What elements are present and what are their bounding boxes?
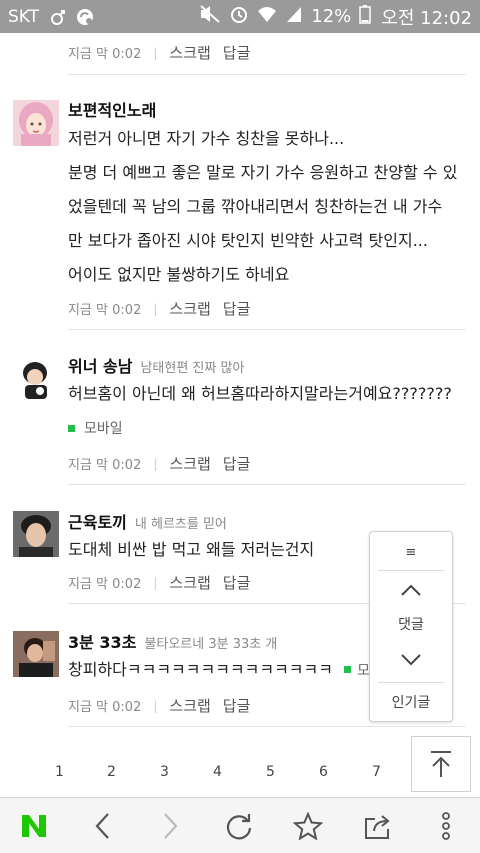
signal-icon bbox=[285, 5, 303, 28]
page-link[interactable]: 4 bbox=[213, 764, 222, 780]
mobile-icon bbox=[344, 666, 352, 673]
meta-separator: | bbox=[153, 45, 158, 60]
more-icon[interactable] bbox=[416, 798, 476, 853]
comment-line: 어이도 없지만 불쌍하기도 하네요 bbox=[68, 265, 290, 284]
author-name[interactable]: 3분 33초 불타오르네 3분 33초 개 bbox=[68, 629, 277, 653]
scrap-button[interactable]: 스크랩 bbox=[169, 572, 210, 593]
comment-line: 허브홈이 아닌데 왜 허브홈따라하지말라는거예요??????? bbox=[68, 384, 452, 403]
arrow-up-icon bbox=[431, 751, 451, 777]
carrier-label: SKT bbox=[8, 6, 40, 27]
comment-text: 저런거 아니면 자기 가수 칭찬을 못하나... 분명 더 예쁘고 좋은 말로 … bbox=[68, 122, 468, 292]
page-link[interactable]: 2 bbox=[107, 764, 116, 780]
mobile-icon bbox=[68, 424, 75, 432]
reply-button[interactable]: 답글 bbox=[223, 695, 251, 716]
bookmark-star-icon[interactable] bbox=[278, 798, 338, 853]
comment-time: 지금 막 0:02 bbox=[68, 303, 142, 318]
comment-meta: 지금 막 0:02 | 스크랩 답글 bbox=[68, 453, 262, 474]
reply-button[interactable]: 답글 bbox=[223, 42, 251, 63]
menu-icon[interactable]: ≡ bbox=[370, 538, 452, 566]
comment-line: 만 보다가 좁아진 시야 탓인지 빈약한 사고력 탓인지... bbox=[68, 231, 428, 250]
divider bbox=[68, 329, 466, 330]
avatar[interactable] bbox=[13, 355, 59, 401]
page-link[interactable]: 3 bbox=[160, 764, 169, 780]
meta-separator: | bbox=[153, 698, 158, 713]
comment-nav-label[interactable]: 댓글 bbox=[370, 610, 452, 638]
back-icon[interactable] bbox=[72, 798, 132, 853]
comment-time: 지금 막 0:02 bbox=[68, 700, 142, 715]
meta-separator: | bbox=[153, 301, 158, 316]
divider bbox=[68, 726, 466, 727]
comment-time: 지금 막 0:02 bbox=[68, 577, 142, 592]
author-nick[interactable]: 위너 송남 bbox=[68, 357, 132, 376]
author-name[interactable]: 위너 송남 남태현편 진짜 많아 bbox=[68, 353, 244, 377]
avatar[interactable] bbox=[13, 100, 59, 146]
sync-icon bbox=[75, 7, 95, 27]
refresh-icon[interactable] bbox=[209, 798, 269, 853]
author-tag: 내 헤르츠를 믿어 bbox=[134, 517, 227, 532]
author-name[interactable]: 근육토끼 내 헤르츠를 믿어 bbox=[68, 509, 227, 533]
comment-meta: 지금 막 0:02 | 스크랩 답글 bbox=[68, 695, 262, 716]
panel-divider bbox=[378, 570, 444, 571]
wifi-icon bbox=[257, 5, 277, 28]
battery-icon bbox=[359, 4, 372, 29]
battery-percent: 12% bbox=[311, 6, 352, 27]
scrap-button[interactable]: 스크랩 bbox=[169, 695, 210, 716]
scrap-button[interactable]: 스크랩 bbox=[169, 42, 210, 63]
comment-text: 허브홈이 아닌데 왜 허브홈따라하지말라는거예요??????? bbox=[68, 377, 468, 411]
popular-posts-button[interactable]: 인기글 bbox=[370, 688, 452, 716]
comment-time: 지금 막 0:02 bbox=[68, 458, 142, 473]
author-nick[interactable]: 근육토끼 bbox=[68, 513, 127, 532]
page-link[interactable]: 6 bbox=[319, 764, 328, 780]
author-tag: 불타오르네 3분 33초 개 bbox=[144, 637, 278, 652]
avatar[interactable] bbox=[13, 631, 59, 677]
chevron-up-icon[interactable] bbox=[370, 576, 452, 604]
scroll-top-button[interactable] bbox=[411, 736, 471, 792]
comment-meta: 지금 막 0:02 | 스크랩 답글 bbox=[68, 572, 262, 593]
divider bbox=[68, 484, 466, 485]
reply-button[interactable]: 답글 bbox=[223, 298, 251, 319]
forward-icon[interactable] bbox=[141, 798, 201, 853]
divider bbox=[68, 74, 466, 75]
comment-meta: 지금 막 0:02 | 스크랩 답글 bbox=[68, 298, 262, 319]
reply-button[interactable]: 답글 bbox=[223, 453, 251, 474]
status-bar: SKT 12% 오전 12:02 bbox=[0, 0, 480, 33]
panel-divider bbox=[378, 682, 444, 683]
chevron-down-icon[interactable] bbox=[370, 646, 452, 674]
comment-time: 지금 막 0:02 bbox=[68, 47, 142, 62]
gender-icon bbox=[49, 8, 67, 26]
naver-home-icon[interactable] bbox=[4, 798, 64, 853]
mobile-label: 모바일 bbox=[84, 421, 123, 437]
pagination: 1 2 3 4 5 6 7 bbox=[0, 764, 400, 784]
comment-line-text: 창피하다ㅋㅋㅋㅋㅋㅋㅋㅋㅋㅋㅋㅋㅋㅋ bbox=[68, 660, 333, 679]
page-link[interactable]: 1 bbox=[55, 764, 64, 780]
comment-meta: 지금 막 0:02 | 스크랩 답글 bbox=[68, 42, 262, 63]
avatar[interactable] bbox=[13, 511, 59, 557]
author-nick[interactable]: 3분 33초 bbox=[68, 633, 136, 652]
mute-icon bbox=[199, 5, 221, 28]
page-link[interactable]: 7 bbox=[372, 764, 381, 780]
author-name[interactable]: 보편적인노래 bbox=[68, 97, 156, 121]
comment-line: 저런거 아니면 자기 가수 칭찬을 못하나... bbox=[68, 129, 345, 148]
browser-toolbar bbox=[0, 797, 480, 853]
meta-separator: | bbox=[153, 456, 158, 471]
meta-separator: | bbox=[153, 575, 158, 590]
mobile-badge: 모바일 bbox=[68, 418, 123, 438]
scrap-button[interactable]: 스크랩 bbox=[169, 298, 210, 319]
page-link[interactable]: 5 bbox=[266, 764, 275, 780]
floating-nav-panel: ≡ 댓글 인기글 bbox=[369, 531, 453, 722]
scrap-button[interactable]: 스크랩 bbox=[169, 453, 210, 474]
alarm-icon bbox=[229, 4, 249, 29]
reply-button[interactable]: 답글 bbox=[223, 572, 251, 593]
share-icon[interactable] bbox=[348, 798, 408, 853]
author-tag: 남태현편 진짜 많아 bbox=[140, 361, 245, 376]
comment-line: 분명 더 예쁘고 좋은 말로 자기 가수 응원하고 찬양할 수 있 bbox=[68, 163, 458, 182]
clock: 오전 12:02 bbox=[381, 7, 472, 29]
comment-line: 었을텐데 꼭 남의 그룹 깎아내리면서 칭찬하는건 내 가수 bbox=[68, 197, 443, 216]
